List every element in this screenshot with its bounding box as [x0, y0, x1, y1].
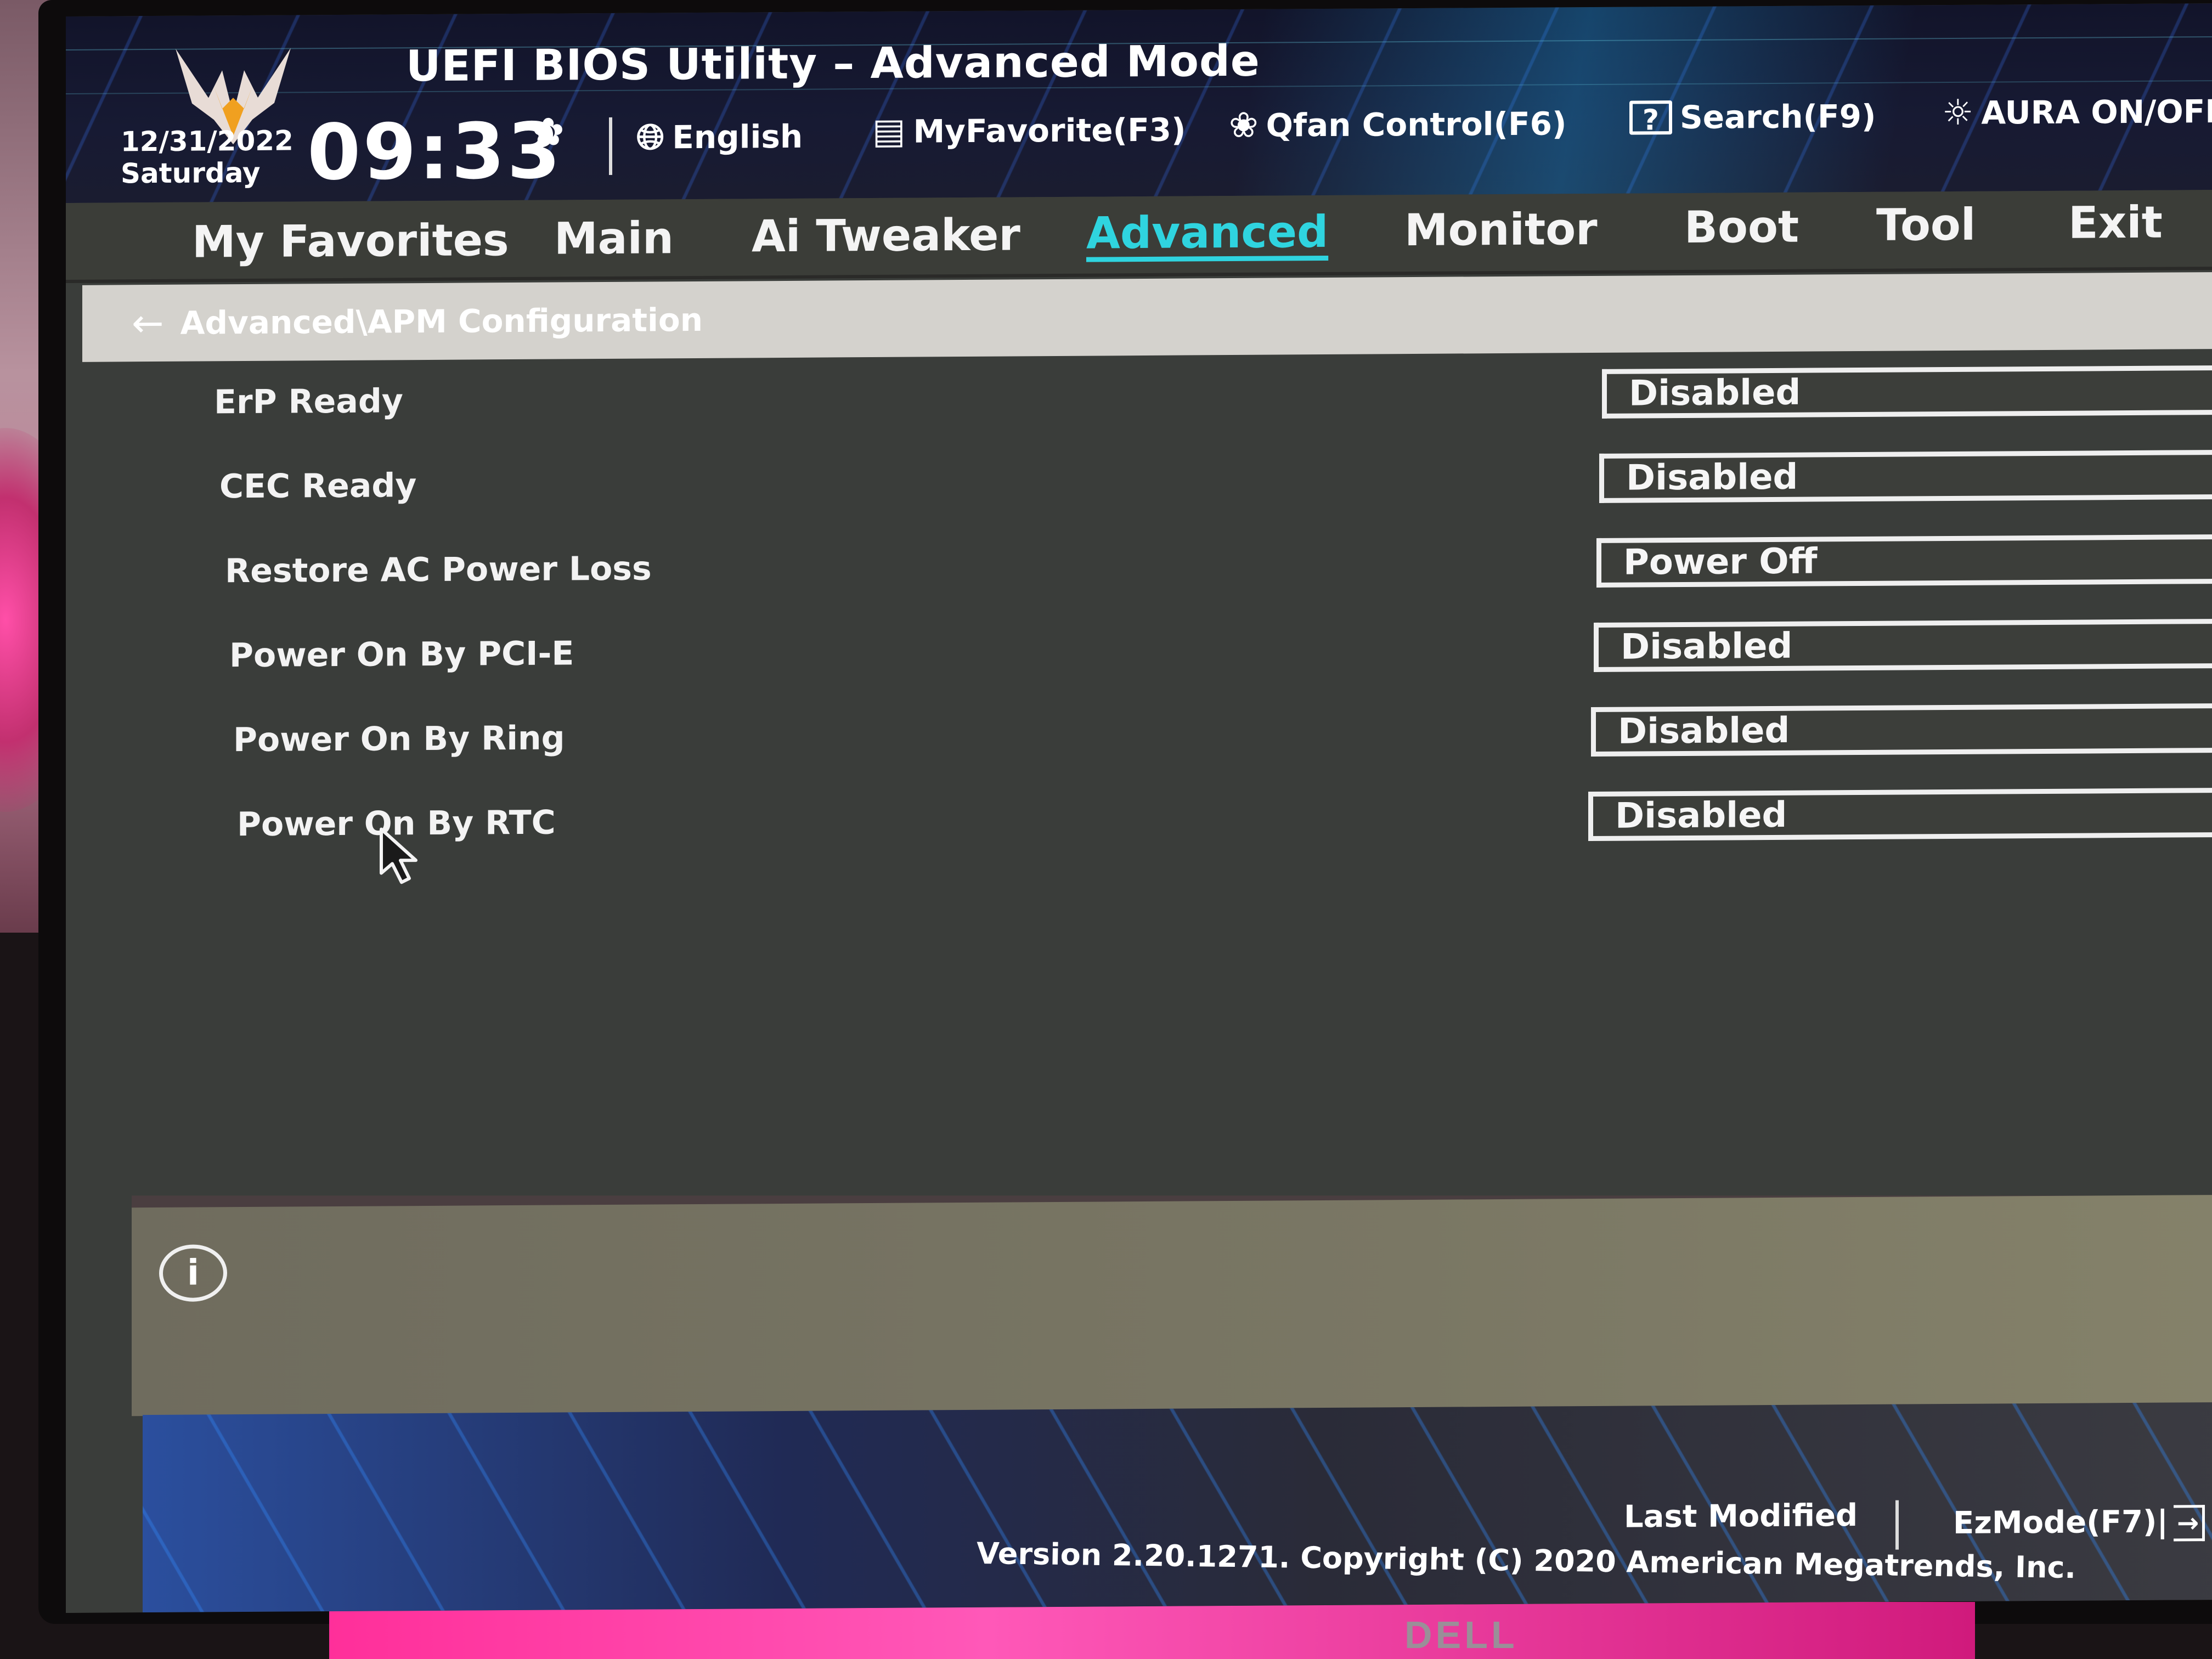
- setting-dropdown[interactable]: Power Off: [1596, 534, 2212, 588]
- tab-boot[interactable]: Boot: [1684, 191, 1799, 263]
- settings-list: ErP Ready Disabled CEC Ready Disabled Re…: [66, 354, 2212, 874]
- setting-dropdown[interactable]: Disabled: [1599, 449, 2212, 503]
- setting-dropdown[interactable]: Disabled: [1602, 365, 2212, 419]
- fan-icon: ❀: [1229, 105, 1259, 146]
- breadcrumb-path: Advanced\APM Configuration: [180, 301, 703, 342]
- setting-row-power-on-by-ring: Power On By Ring Disabled: [66, 692, 2212, 790]
- last-modified-button[interactable]: Last Modified: [1624, 1498, 1858, 1535]
- tab-tool[interactable]: Tool: [1876, 189, 1976, 261]
- search-label: Search(F9): [1680, 97, 1876, 137]
- info-icon: i: [159, 1244, 227, 1302]
- aura-label: AURA ON/OFF: [1981, 92, 2212, 132]
- tab-my-favorites[interactable]: My Favorites: [192, 205, 509, 278]
- back-arrow-icon[interactable]: ←: [132, 301, 164, 346]
- date-text: 12/31/2022: [121, 125, 294, 158]
- gear-icon[interactable]: ✿: [532, 109, 565, 154]
- qfan-control-label: Qfan Control(F6): [1266, 105, 1567, 144]
- setting-label: CEC Ready: [219, 466, 417, 506]
- language-label: English: [672, 117, 803, 156]
- ezmode-button[interactable]: EzMode(F7)| →: [1953, 1504, 2205, 1543]
- weekday-text: Saturday: [121, 156, 261, 190]
- my-favorite-button[interactable]: ▤ MyFavorite(F3): [872, 110, 1186, 152]
- mouse-cursor-icon: [380, 827, 417, 884]
- breadcrumb: ← Advanced\APM Configuration: [82, 272, 2212, 362]
- ezmode-label: EzMode(F7)|: [1953, 1504, 2168, 1541]
- setting-dropdown[interactable]: Disabled: [1588, 787, 2212, 842]
- aura-light-icon: ☼: [1942, 92, 1974, 134]
- tab-exit[interactable]: Exit: [2068, 187, 2163, 259]
- setting-row-power-on-by-pcie: Power On By PCI-E Disabled: [66, 608, 2212, 706]
- setting-row-erp-ready: ErP Ready Disabled: [66, 354, 2212, 452]
- setting-label: Restore AC Power Loss: [225, 549, 652, 591]
- globe-icon: 🌐︎: [636, 117, 665, 158]
- bios-screen: UEFI BIOS Utility – Advanced Mode 12/31/…: [66, 3, 2212, 1613]
- footer-divider: [1895, 1500, 1899, 1550]
- setting-label: Power On By Ring: [233, 719, 565, 760]
- setting-label: Power On By PCI-E: [229, 634, 574, 675]
- qfan-control-button[interactable]: ❀ Qfan Control(F6): [1229, 103, 1567, 146]
- setting-row-cec-ready: CEC Ready Disabled: [66, 439, 2212, 537]
- tab-advanced[interactable]: Advanced: [1086, 196, 1328, 269]
- search-button[interactable]: ? Search(F9): [1629, 98, 1876, 137]
- setting-label: ErP Ready: [214, 382, 403, 422]
- exit-arrow-icon: →: [2173, 1505, 2205, 1542]
- setting-dropdown[interactable]: Disabled: [1594, 618, 2212, 672]
- tab-monitor[interactable]: Monitor: [1404, 194, 1598, 266]
- question-box-icon: ?: [1629, 100, 1672, 137]
- date-display: 12/31/2022 Saturday: [121, 125, 294, 189]
- rgb-underglow: [329, 1602, 1975, 1659]
- header-bar: UEFI BIOS Utility – Advanced Mode 12/31/…: [66, 3, 2212, 203]
- setting-row-restore-ac-power-loss: Restore AC Power Loss Power Off: [66, 523, 2212, 621]
- aura-toggle-button[interactable]: ☼ AURA ON/OFF: [1942, 91, 2212, 133]
- tab-ai-tweaker[interactable]: Ai Tweaker: [752, 199, 1020, 272]
- my-favorite-label: MyFavorite(F3): [913, 111, 1186, 150]
- favorite-list-icon: ▤: [872, 111, 906, 153]
- clock-display: 09:33: [307, 106, 563, 198]
- help-panel: [132, 1194, 2212, 1417]
- monitor-brand-logo: DELL: [1404, 1613, 1518, 1656]
- header-divider: [609, 117, 612, 175]
- language-button[interactable]: 🌐︎ English: [636, 116, 803, 158]
- page-title: UEFI BIOS Utility – Advanced Mode: [406, 36, 1260, 92]
- setting-dropdown[interactable]: Disabled: [1591, 703, 2212, 757]
- tab-main[interactable]: Main: [554, 202, 674, 274]
- main-menu-bar: My Favorites Main Ai Tweaker Advanced Mo…: [66, 190, 2212, 283]
